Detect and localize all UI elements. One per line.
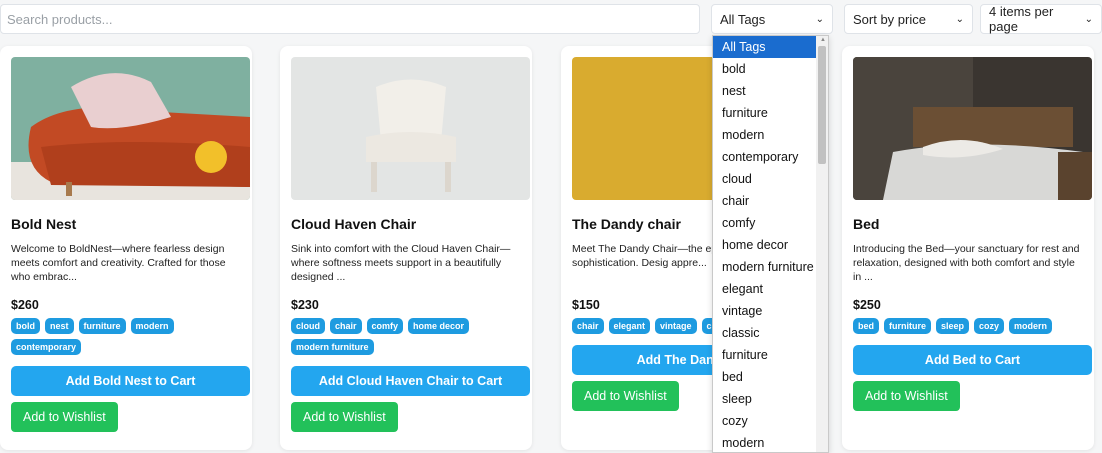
search-input[interactable] [0, 4, 700, 34]
tag-badge[interactable]: bed [853, 318, 880, 334]
tag-list: cloud chair comfy home decor modern furn… [291, 318, 521, 355]
tag-badge[interactable]: cloud [291, 318, 325, 334]
tag-badge[interactable]: nest [45, 318, 74, 334]
product-description: Welcome to BoldNest—where fearless desig… [11, 243, 226, 283]
tags-dropdown-list: All Tags bold nest furniture modern cont… [712, 35, 829, 453]
tag-option[interactable]: furniture [713, 102, 818, 124]
tags-select[interactable]: All Tags ⌄ [711, 4, 833, 34]
product-title: Bed [853, 216, 880, 232]
tag-option[interactable]: sleep [713, 388, 818, 410]
product-image [853, 57, 1092, 200]
tag-option[interactable]: modern furniture [713, 256, 818, 278]
add-to-cart-button[interactable]: Add Cloud Haven Chair to Cart [291, 366, 530, 396]
tag-badge[interactable]: home decor [408, 318, 470, 334]
tag-option[interactable]: furniture [713, 344, 818, 366]
tag-badge[interactable]: cozy [974, 318, 1005, 334]
tag-badge[interactable]: vintage [655, 318, 697, 334]
tag-list: bed furniture sleep cozy modern [853, 318, 1083, 334]
tag-option[interactable]: cloud [713, 168, 818, 190]
product-price: $230 [291, 298, 319, 312]
tag-badge[interactable]: furniture [78, 318, 126, 334]
product-card: Cloud Haven Chair Sink into comfort with… [280, 46, 532, 450]
tag-option[interactable]: elegant [713, 278, 818, 300]
tags-select-value: All Tags [720, 11, 766, 27]
add-to-cart-button[interactable]: Add Bold Nest to Cart [11, 366, 250, 396]
add-to-wishlist-button[interactable]: Add to Wishlist [853, 381, 960, 411]
tag-badge[interactable]: bold [11, 318, 40, 334]
tag-badge[interactable]: chair [330, 318, 362, 334]
tag-badge[interactable]: sleep [936, 318, 970, 334]
tag-option[interactable]: home decor [713, 234, 818, 256]
chevron-down-icon: ⌄ [1084, 13, 1093, 25]
add-to-wishlist-button[interactable]: Add to Wishlist [291, 402, 398, 432]
chevron-down-icon: ⌄ [955, 13, 964, 25]
tag-option[interactable]: contemporary [713, 146, 818, 168]
tag-badge[interactable]: comfy [366, 318, 404, 334]
tag-option[interactable]: modern [713, 124, 818, 146]
tag-badge[interactable]: modern [1009, 318, 1053, 334]
filter-bar: All Tags ⌄ Sort by price ⌄ 4 items per p… [0, 0, 1102, 40]
dropdown-scrollbar[interactable]: ▲ [816, 36, 828, 452]
product-description: Introducing the Bed—your sanctuary for r… [853, 243, 1080, 283]
add-to-wishlist-button[interactable]: Add to Wishlist [572, 381, 679, 411]
product-card: Bed Introducing the Bed—your sanctuary f… [842, 46, 1094, 450]
tag-option[interactable]: classic [713, 322, 818, 344]
tag-badge[interactable]: modern [130, 318, 174, 334]
add-to-cart-button[interactable]: Add Bed to Cart [853, 345, 1092, 375]
tag-option[interactable]: comfy [713, 212, 818, 234]
product-title: Cloud Haven Chair [291, 216, 417, 232]
tag-option[interactable]: cozy [713, 410, 818, 432]
tag-option[interactable]: nest [713, 80, 818, 102]
per-page-select[interactable]: 4 items per page ⌄ [980, 4, 1102, 34]
product-description: Sink into comfort with the Cloud Haven C… [291, 243, 511, 283]
tag-list: bold nest furniture modern contemporary [11, 318, 241, 355]
product-price: $260 [11, 298, 39, 312]
sort-select[interactable]: Sort by price ⌄ [844, 4, 973, 34]
tag-option[interactable]: vintage [713, 300, 818, 322]
product-price: $250 [853, 298, 881, 312]
sort-select-value: Sort by price [853, 11, 926, 27]
add-to-wishlist-button[interactable]: Add to Wishlist [11, 402, 118, 432]
tag-badge[interactable]: contemporary [11, 339, 82, 355]
tag-option[interactable]: chair [713, 190, 818, 212]
tag-badge[interactable]: modern furniture [291, 339, 374, 355]
tag-option[interactable]: All Tags [713, 36, 818, 58]
product-title: Bold Nest [11, 216, 77, 232]
product-image [291, 57, 530, 200]
scrollbar-thumb[interactable] [818, 46, 826, 164]
per-page-select-value: 4 items per page [989, 4, 1054, 34]
tag-badge[interactable]: furniture [884, 318, 932, 334]
tag-badge[interactable]: elegant [608, 318, 651, 334]
product-card: Bold Nest Welcome to BoldNest—where fear… [0, 46, 252, 450]
tag-option[interactable]: modern [713, 432, 818, 452]
product-image [11, 57, 250, 200]
tag-option[interactable]: bold [713, 58, 818, 80]
chevron-down-icon: ⌄ [815, 13, 824, 25]
scroll-up-icon[interactable]: ▲ [820, 37, 826, 43]
tag-option[interactable]: bed [713, 366, 818, 388]
tag-badge[interactable]: chair [572, 318, 604, 334]
